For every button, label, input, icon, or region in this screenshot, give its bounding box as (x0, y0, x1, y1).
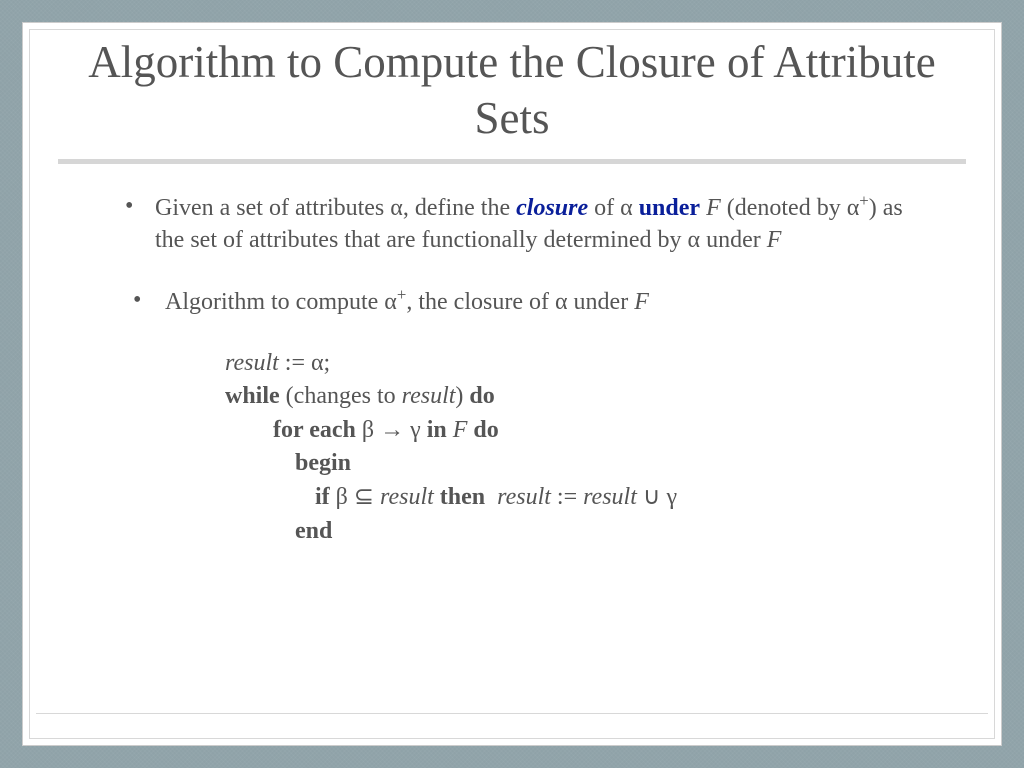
spacer (485, 484, 497, 510)
superscript-plus: + (397, 285, 406, 304)
var-F: F (447, 417, 474, 443)
text: ) (455, 383, 469, 409)
emphasis-closure: closure (516, 195, 588, 221)
algorithm-block: result := α; while (changes to result) d… (225, 347, 924, 549)
text: β ⊆ (330, 484, 380, 510)
algo-line-4: begin (225, 447, 924, 481)
text: := α; (279, 350, 330, 376)
text: := (551, 484, 583, 510)
var-result: result (497, 484, 551, 510)
var-F: F (634, 289, 649, 315)
slide-content: Given a set of attributes α, define the … (30, 190, 994, 549)
kw-begin: begin (295, 450, 351, 476)
algo-line-6: end (225, 515, 924, 549)
text: (changes to (280, 383, 402, 409)
text: of α (588, 195, 639, 221)
kw-do: do (473, 417, 498, 443)
text: Algorithm to compute α (165, 289, 397, 315)
bullet-item-1: Given a set of attributes α, define the … (125, 190, 924, 257)
kw-then: then (440, 484, 485, 510)
text: Given a set of attributes α, define the (155, 195, 516, 221)
kw-end: end (295, 518, 332, 544)
text: β → γ (356, 417, 427, 443)
kw-for-each: for each (273, 417, 356, 443)
var-F: F (700, 195, 727, 221)
slide-card: Algorithm to Compute the Closure of Attr… (22, 22, 1002, 746)
var-result: result (583, 484, 637, 510)
bullet-list: Given a set of attributes α, define the … (125, 190, 924, 319)
var-result: result (380, 484, 440, 510)
algo-line-2: while (changes to result) do (225, 380, 924, 414)
algo-line-5: if β ⊆ result then result := result ∪ γ (225, 481, 924, 515)
kw-if: if (315, 484, 330, 510)
algo-line-3: for each β → γ in F do (225, 414, 924, 448)
slide-title: Algorithm to Compute the Closure of Attr… (30, 30, 994, 159)
var-result: result (402, 383, 456, 409)
slide-inner: Algorithm to Compute the Closure of Attr… (29, 29, 995, 739)
emphasis-under: under (639, 195, 700, 221)
var-result: result (225, 350, 279, 376)
title-divider (58, 159, 966, 164)
superscript-plus: + (859, 191, 868, 210)
text: ∪ γ (637, 484, 677, 510)
text: , the closure of α under (406, 289, 634, 315)
kw-while: while (225, 383, 280, 409)
var-F: F (767, 227, 782, 253)
footer-divider (36, 713, 988, 714)
kw-in: in (427, 417, 447, 443)
kw-do: do (469, 383, 494, 409)
bullet-item-2: Algorithm to compute α+, the closure of … (125, 284, 924, 318)
algo-line-1: result := α; (225, 347, 924, 381)
text: (denoted by α (727, 195, 860, 221)
